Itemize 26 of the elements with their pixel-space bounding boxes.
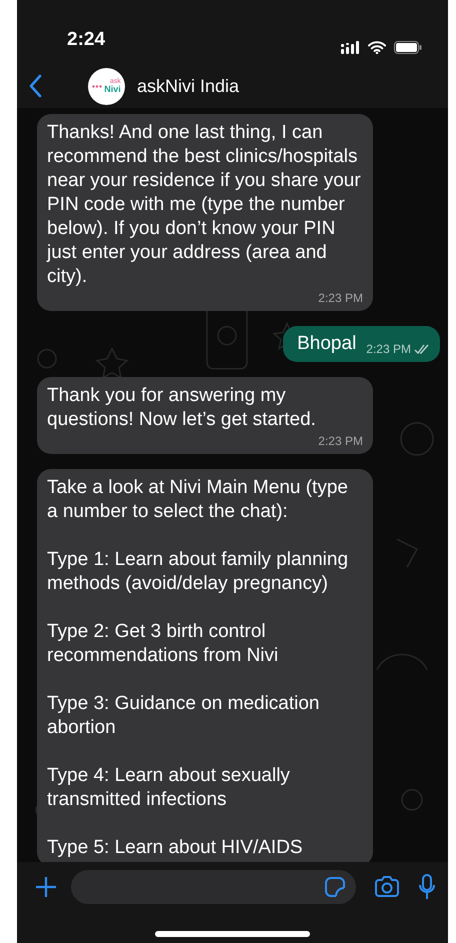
dots-icon [92, 84, 102, 88]
message-time: 2:23 PM [318, 434, 363, 448]
received-message[interactable] [37, 469, 373, 862]
message-text: Take a look at Nivi Main Menu (type a number to select the chat): [47, 476, 349, 524]
sent-message[interactable]: Bhopal 2:23 PM [283, 326, 440, 362]
message-text: Type 2: Get 3 birth control recommendations from Nivi [47, 620, 280, 668]
sticker-icon[interactable] [324, 876, 346, 898]
message-text: Thanks! And one last thing, I can recommend the best clinics/hospitals near your residence if you share your PIN code with me (type the number below). If you don’t know your PIN just enter your address (area and city). [47, 121, 362, 289]
message-time: 2:23 PM [318, 291, 363, 305]
battery-icon [394, 41, 422, 54]
camera-icon[interactable] [374, 876, 400, 898]
received-message[interactable] [37, 114, 373, 311]
contact-name[interactable]: askNivi India [137, 72, 240, 100]
message-time: 2:23 PM [366, 342, 411, 356]
message-text: Type 3: Guidance on medication abortion [47, 692, 321, 740]
microphone-icon[interactable] [418, 874, 436, 900]
message-text: Type 4: Learn about sexually transmitted infections [47, 764, 291, 812]
message-text: Type 1: Learn about family planning methods (avoid/delay pregnancy) [47, 548, 350, 596]
message-text: Thank you for answering my questions! Now let’s get started. [47, 384, 317, 432]
status-time: 2:24 [67, 28, 106, 52]
signal-icon [341, 41, 360, 54]
wifi-icon [368, 41, 386, 54]
message-input[interactable] [71, 870, 356, 904]
received-message[interactable]: Thank you for answering my questions! Now let’s get started. 2:23 PM [37, 377, 373, 454]
message-text: Bhopal [297, 332, 356, 356]
message-text: Type 5: Learn about HIV/AIDS [47, 836, 304, 860]
